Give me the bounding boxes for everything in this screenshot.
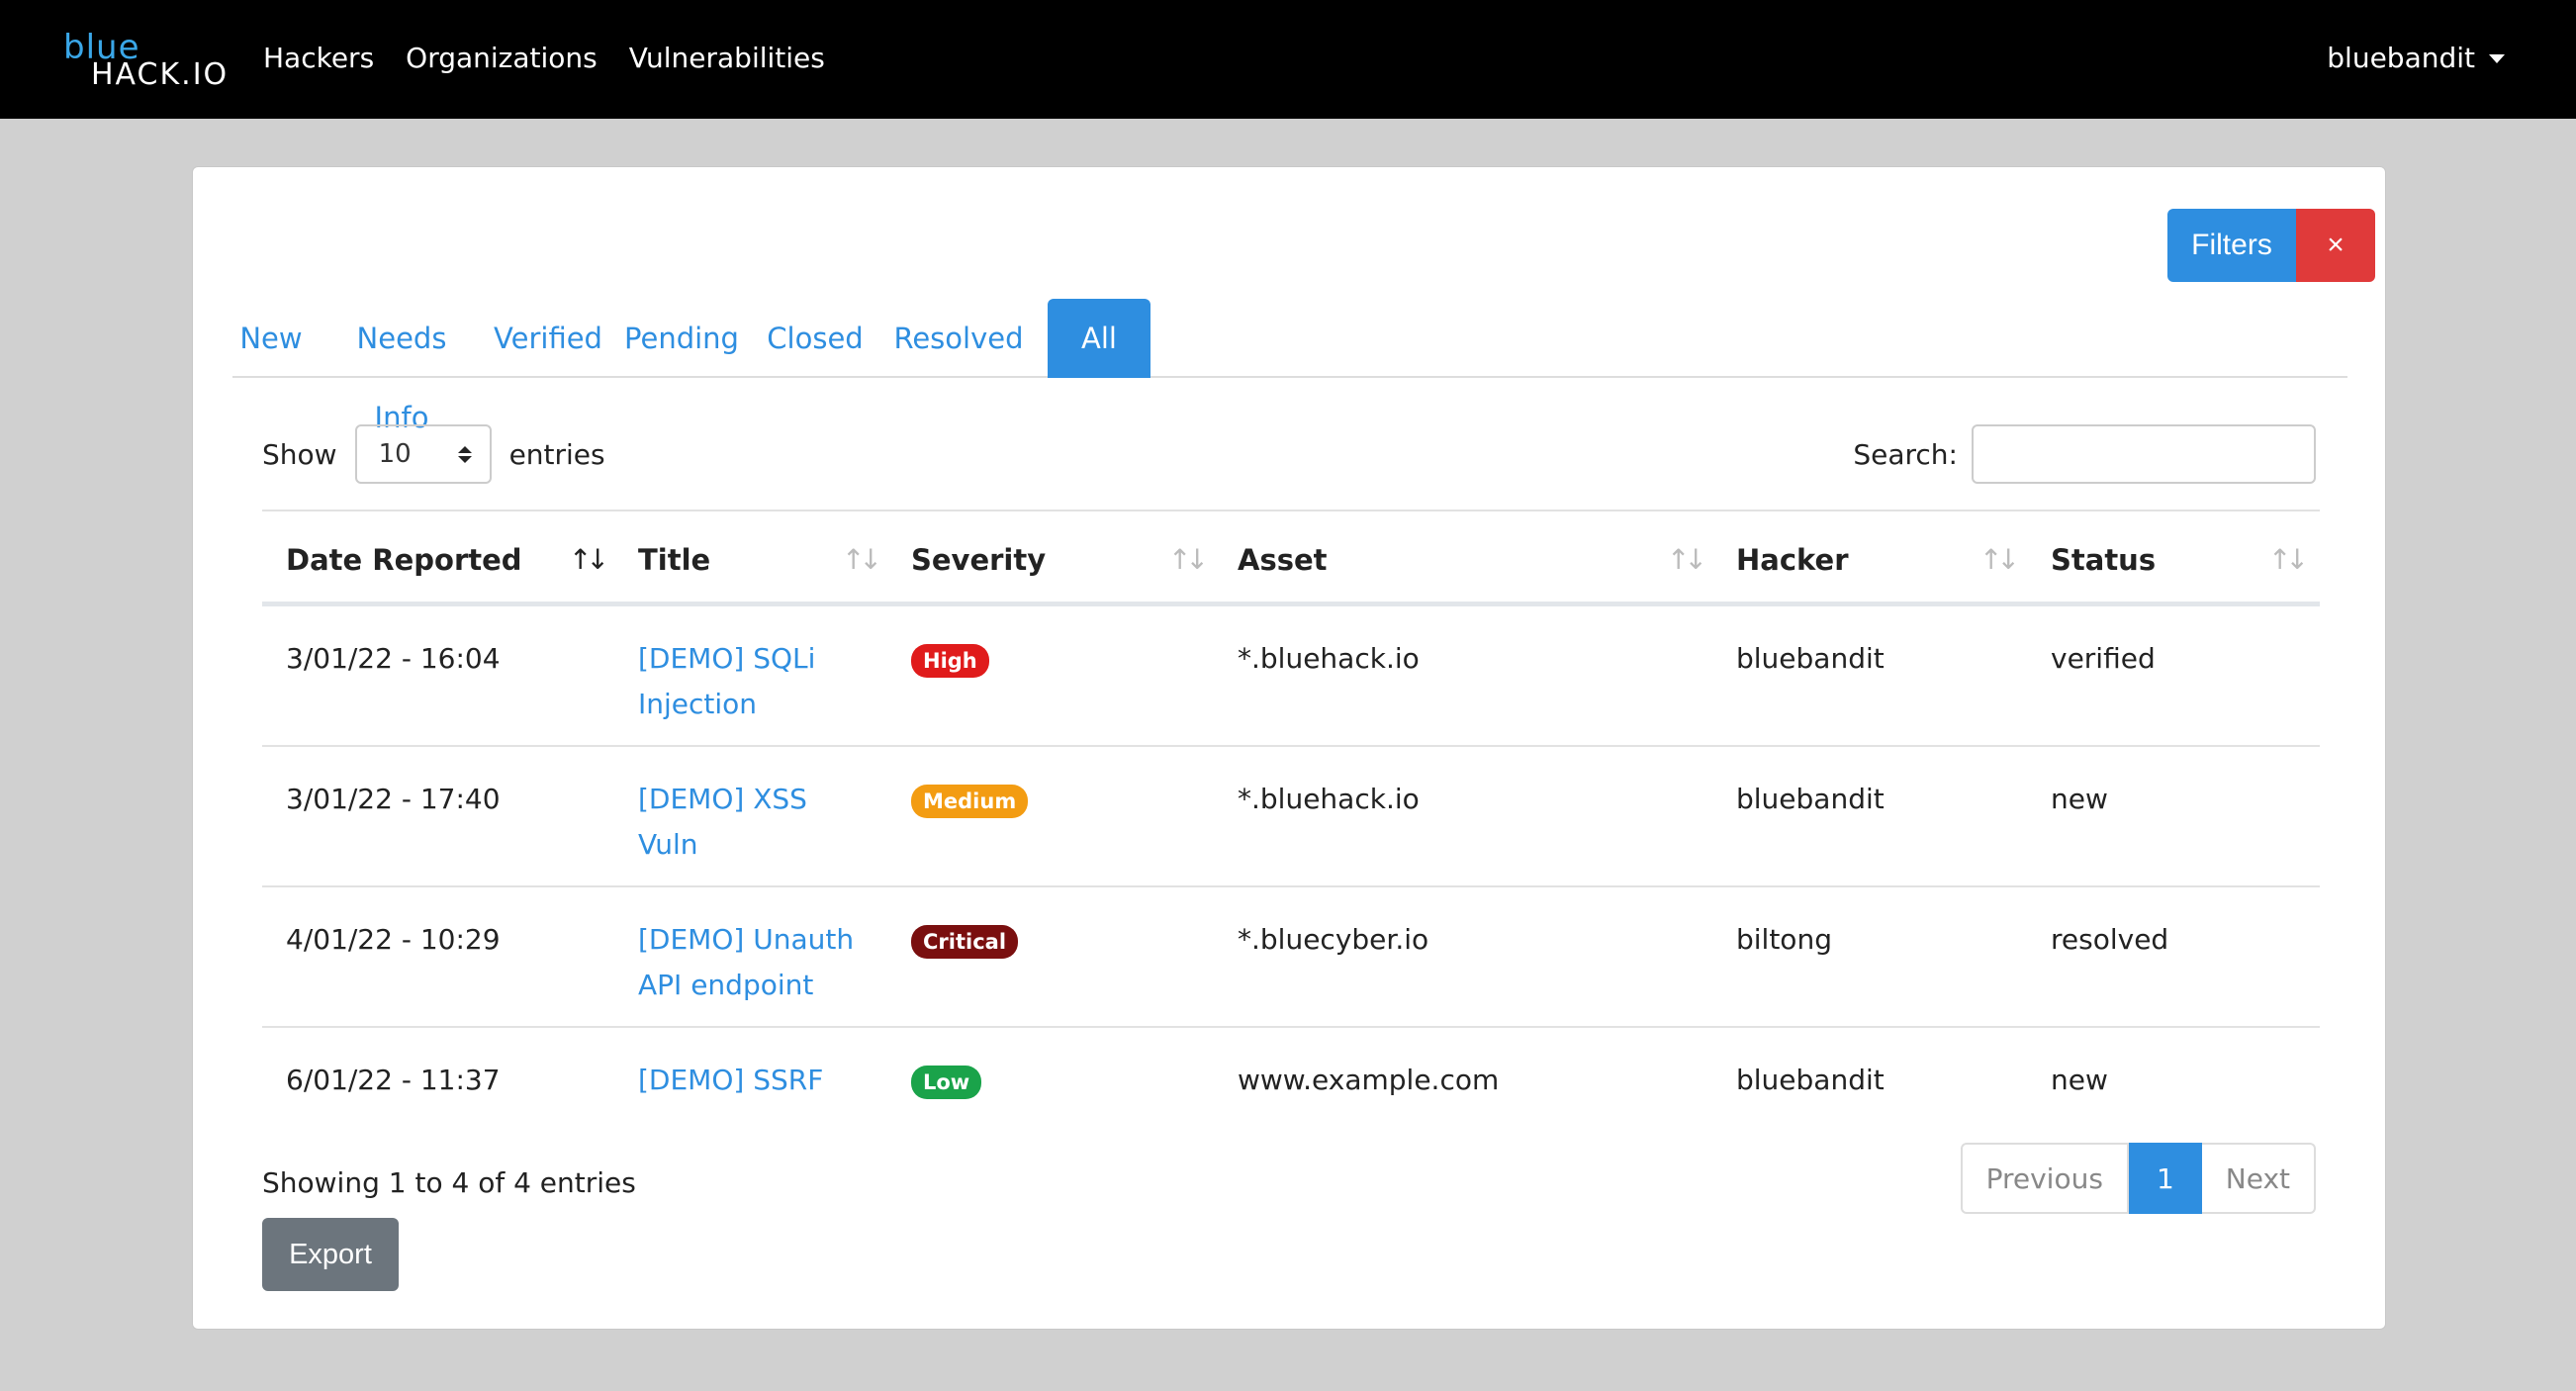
cell-title-link[interactable]: [DEMO] SQLi Injection bbox=[638, 636, 815, 727]
entries-select-value: 10 bbox=[378, 439, 412, 469]
title-line-1: [DEMO] Unauth bbox=[638, 923, 855, 956]
table-row[interactable]: 4/01/22 - 10:29 [DEMO] Unauth API endpoin… bbox=[262, 887, 2320, 1028]
title-line-1: [DEMO] XSS bbox=[638, 783, 807, 815]
tab-needs-info[interactable]: Needs Info bbox=[327, 299, 476, 434]
cell-asset: www.example.com bbox=[1238, 1064, 1500, 1096]
sort-icon[interactable]: ↑↓ bbox=[842, 546, 882, 574]
export-button[interactable]: Export bbox=[262, 1218, 399, 1291]
tab-verified[interactable]: Verified bbox=[494, 299, 602, 378]
vulnerabilities-card: Filters × New Needs Info Verified Pendin… bbox=[192, 166, 2386, 1330]
col-asset[interactable]: Asset bbox=[1238, 511, 1328, 608]
cell-status: new bbox=[2051, 1064, 2108, 1096]
cell-date: 6/01/22 - 11:37 bbox=[286, 1064, 501, 1096]
severity-badge: Medium bbox=[911, 785, 1029, 818]
vulnerabilities-table: Date Reported ↑↓ Title ↑↓ Severity ↑↓ As… bbox=[262, 510, 2320, 1147]
entries-select[interactable]: 10 bbox=[354, 424, 492, 484]
cell-title-link[interactable]: [DEMO] SSRF bbox=[638, 1058, 823, 1103]
cell-status: verified bbox=[2051, 642, 2156, 675]
sort-icon[interactable]: ↑↓ bbox=[1168, 546, 1209, 574]
sort-icon[interactable]: ↑↓ bbox=[569, 546, 609, 574]
top-navbar: blue HACK.IO Hackers Organizations Vulne… bbox=[0, 0, 2576, 119]
table-row[interactable]: 3/01/22 - 16:04 [DEMO] SQLi Injection Hig… bbox=[262, 606, 2320, 747]
previous-page-button[interactable]: Previous bbox=[1960, 1143, 2129, 1214]
user-menu[interactable]: bluebandit bbox=[2327, 42, 2505, 74]
nav-organizations[interactable]: Organizations bbox=[406, 42, 598, 74]
table-row[interactable]: 6/01/22 - 11:37 [DEMO] SSRF Low www.exam… bbox=[262, 1028, 2320, 1147]
title-line-1: [DEMO] SSRF bbox=[638, 1064, 824, 1096]
caret-down-icon bbox=[2489, 54, 2505, 63]
col-date-reported[interactable]: Date Reported bbox=[286, 511, 522, 608]
cell-date: 3/01/22 - 16:04 bbox=[286, 642, 501, 675]
pagination: Previous 1 Next bbox=[1960, 1143, 2316, 1214]
search-control: Search: bbox=[1853, 424, 2316, 484]
cell-hacker: bluebandit bbox=[1736, 1064, 1885, 1096]
sort-icon[interactable]: ↑↓ bbox=[2268, 546, 2309, 574]
col-severity[interactable]: Severity bbox=[911, 511, 1046, 608]
severity-badge: High bbox=[911, 644, 989, 678]
cell-hacker: bluebandit bbox=[1736, 783, 1885, 815]
page-1-button[interactable]: 1 bbox=[2128, 1143, 2202, 1214]
table-info: Showing 1 to 4 of 4 entries bbox=[262, 1166, 636, 1199]
cell-status: resolved bbox=[2051, 923, 2169, 956]
cell-asset: *.bluecyber.io bbox=[1238, 923, 1429, 956]
sort-icon[interactable]: ↑↓ bbox=[1667, 546, 1707, 574]
cell-title-link[interactable]: [DEMO] XSS Vuln bbox=[638, 777, 807, 868]
tab-all[interactable]: All bbox=[1048, 299, 1150, 378]
status-tabs: New Needs Info Verified Pending Closed R… bbox=[232, 299, 2347, 434]
show-label: Show bbox=[262, 437, 337, 471]
table-row[interactable]: 3/01/22 - 17:40 [DEMO] XSS Vuln Medium *.… bbox=[262, 747, 2320, 887]
nav-links: Hackers Organizations Vulnerabilities bbox=[263, 42, 825, 74]
tab-closed[interactable]: Closed bbox=[761, 299, 870, 378]
sort-icon[interactable]: ↑↓ bbox=[1979, 546, 2020, 574]
cell-title-link[interactable]: [DEMO] Unauth API endpoint bbox=[638, 917, 854, 1008]
title-line-2: Injection bbox=[638, 688, 758, 720]
title-line-2: Vuln bbox=[638, 828, 698, 861]
search-label: Search: bbox=[1853, 437, 1958, 471]
nav-vulnerabilities[interactable]: Vulnerabilities bbox=[629, 42, 825, 74]
cell-asset: *.bluehack.io bbox=[1238, 642, 1420, 675]
cell-date: 3/01/22 - 17:40 bbox=[286, 783, 501, 815]
cell-hacker: biltong bbox=[1736, 923, 1832, 956]
search-input[interactable] bbox=[1972, 424, 2316, 484]
clear-filters-button[interactable]: × bbox=[2296, 209, 2375, 282]
filters-button[interactable]: Filters bbox=[2167, 209, 2296, 282]
entries-label: entries bbox=[508, 437, 605, 471]
tab-pending[interactable]: Pending bbox=[620, 299, 743, 378]
tab-resolved[interactable]: Resolved bbox=[887, 299, 1030, 378]
title-line-1: [DEMO] SQLi bbox=[638, 642, 816, 675]
col-title[interactable]: Title bbox=[638, 511, 710, 608]
tab-new[interactable]: New bbox=[232, 299, 310, 378]
bluehack-logo[interactable]: blue HACK.IO bbox=[57, 28, 227, 92]
col-status[interactable]: Status bbox=[2051, 511, 2156, 608]
logo-line-2: HACK.IO bbox=[91, 57, 230, 92]
cell-asset: *.bluehack.io bbox=[1238, 783, 1420, 815]
cell-status: new bbox=[2051, 783, 2108, 815]
next-page-button[interactable]: Next bbox=[2201, 1143, 2316, 1214]
user-name: bluebandit bbox=[2327, 42, 2475, 74]
filter-group: Filters × bbox=[2167, 209, 2375, 282]
col-hacker[interactable]: Hacker bbox=[1736, 511, 1849, 608]
select-arrows-icon bbox=[457, 445, 472, 463]
cell-date: 4/01/22 - 10:29 bbox=[286, 923, 501, 956]
nav-hackers[interactable]: Hackers bbox=[263, 42, 374, 74]
severity-badge: Critical bbox=[911, 925, 1019, 959]
cell-hacker: bluebandit bbox=[1736, 642, 1885, 675]
table-header: Date Reported ↑↓ Title ↑↓ Severity ↑↓ As… bbox=[262, 510, 2320, 606]
close-icon: × bbox=[2327, 229, 2345, 261]
severity-badge: Low bbox=[911, 1066, 982, 1099]
title-line-2: API endpoint bbox=[638, 969, 814, 1001]
length-control: Show 10 entries bbox=[262, 424, 605, 484]
